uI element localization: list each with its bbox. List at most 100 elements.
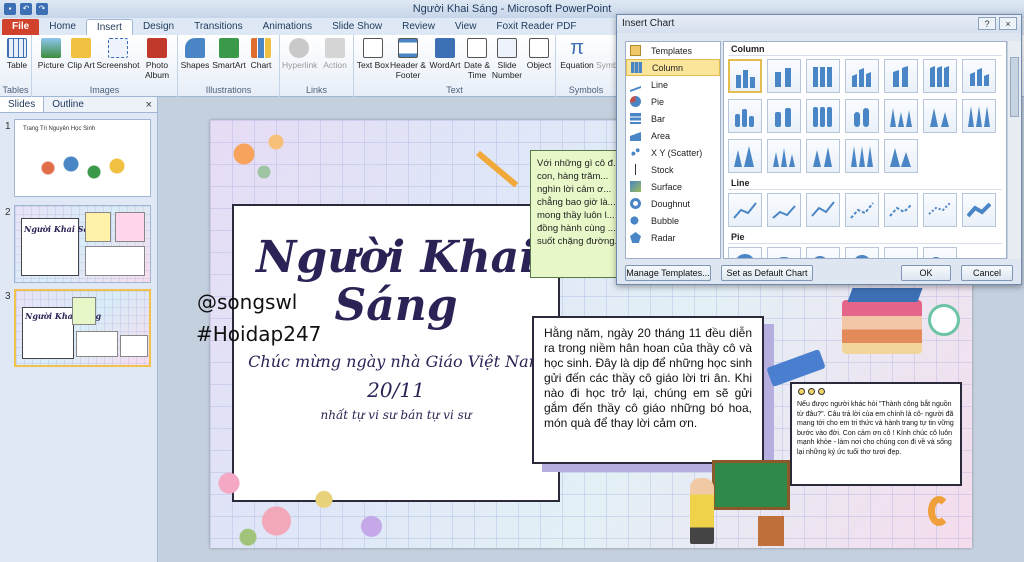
pie-icon bbox=[737, 254, 753, 258]
3d-pie-option[interactable] bbox=[767, 247, 801, 258]
tab-review[interactable]: Review bbox=[392, 19, 445, 35]
clip-art-button[interactable]: Clip Art bbox=[64, 38, 98, 70]
stacked-line-option[interactable] bbox=[767, 193, 801, 227]
object-button[interactable]: Object bbox=[522, 38, 556, 70]
cancel-button[interactable]: Cancel bbox=[961, 265, 1013, 281]
hyperlink-button[interactable]: Hyperlink bbox=[282, 38, 317, 70]
percent-cylinder-option[interactable] bbox=[806, 99, 840, 133]
line-option[interactable] bbox=[728, 193, 762, 227]
chart-type-line[interactable]: Line bbox=[626, 76, 720, 93]
stacked-pyramid-option[interactable] bbox=[806, 139, 840, 173]
tab-outline[interactable]: Outline bbox=[44, 97, 92, 112]
date-time-button[interactable]: Date & Time bbox=[460, 38, 494, 80]
manage-templates-button[interactable]: Manage Templates... bbox=[625, 265, 711, 281]
help-button[interactable]: ? bbox=[978, 17, 996, 30]
chart-type-stock[interactable]: Stock bbox=[626, 161, 720, 178]
stacked-column-option[interactable] bbox=[767, 59, 801, 93]
chart-type-templates[interactable]: Templates bbox=[626, 42, 720, 59]
chart-type-column[interactable]: Column bbox=[626, 59, 720, 76]
percent-stacked-column-option[interactable] bbox=[806, 59, 840, 93]
bar-of-pie-option[interactable] bbox=[923, 247, 957, 258]
chart-type-doughnut[interactable]: Doughnut bbox=[626, 195, 720, 212]
smartart-button[interactable]: SmartArt bbox=[212, 38, 246, 70]
gallery-row bbox=[724, 56, 1006, 96]
clustered-pyramid-option[interactable] bbox=[767, 139, 801, 173]
insert-chart-dialog[interactable]: Insert Chart ? × Templates Column Line P… bbox=[616, 14, 1022, 285]
3d-cylinder-option[interactable] bbox=[845, 99, 879, 133]
3d-exploded-pie-option[interactable] bbox=[884, 247, 918, 258]
slide-thumbnail-3[interactable]: Người Khai Sáng bbox=[14, 289, 151, 367]
screenshot-button[interactable]: Screenshot bbox=[96, 38, 140, 70]
chair-decoration bbox=[758, 516, 784, 546]
percent-line-markers-option[interactable] bbox=[923, 193, 957, 227]
ok-button[interactable]: OK bbox=[901, 265, 951, 281]
text-card-center[interactable]: Hằng năm, ngày 20 tháng 11 đều diễn ra t… bbox=[532, 316, 764, 464]
set-default-chart-button[interactable]: Set as Default Chart bbox=[721, 265, 813, 281]
chart-button[interactable]: Chart bbox=[244, 38, 278, 70]
picture-button[interactable]: Picture bbox=[34, 38, 68, 70]
action-button[interactable]: Action bbox=[318, 38, 352, 70]
clustered-column-option[interactable] bbox=[728, 59, 762, 93]
percent-line-option[interactable] bbox=[806, 193, 840, 227]
3d-cone-option[interactable] bbox=[728, 139, 762, 173]
tab-animations[interactable]: Animations bbox=[253, 19, 322, 35]
stacked-line-markers-option[interactable] bbox=[884, 193, 918, 227]
table-icon bbox=[7, 38, 27, 58]
table-button[interactable]: Table bbox=[0, 38, 34, 70]
slide-thumbnail-2[interactable]: Người Khai Sáng bbox=[14, 205, 151, 283]
tab-file[interactable]: File bbox=[2, 19, 40, 35]
text-card-right[interactable]: Nếu được người khác hỏi "Thành công bắt … bbox=[790, 382, 962, 486]
scrollbar-thumb[interactable] bbox=[1010, 57, 1019, 117]
tab-view[interactable]: View bbox=[445, 19, 487, 35]
clustered-cylinder-option[interactable] bbox=[728, 99, 762, 133]
tab-slides[interactable]: Slides bbox=[0, 97, 45, 112]
chart-type-radar[interactable]: Radar bbox=[626, 229, 720, 246]
tab-design[interactable]: Design bbox=[133, 19, 184, 35]
cone-icon bbox=[734, 146, 754, 167]
exploded-pie-option[interactable] bbox=[845, 247, 879, 258]
percent-cone-option[interactable] bbox=[962, 99, 996, 133]
dialog-title-bar[interactable]: Insert Chart ? × bbox=[617, 15, 1021, 33]
slide-number-1: 1 bbox=[5, 121, 11, 132]
pie-of-pie-option[interactable] bbox=[806, 247, 840, 258]
3d-clustered-column-option[interactable] bbox=[845, 59, 879, 93]
note-card-top[interactable]: Với những gì cô đ... con, hàng trăm... n… bbox=[530, 150, 630, 278]
tab-transitions[interactable]: Transitions bbox=[184, 19, 253, 35]
line-markers-option[interactable] bbox=[845, 193, 879, 227]
tab-foxit[interactable]: Foxit Reader PDF bbox=[486, 19, 586, 35]
header-footer-button[interactable]: Header & Footer bbox=[388, 38, 428, 80]
3d-stacked-column-option[interactable] bbox=[884, 59, 918, 93]
area-chart-icon bbox=[630, 130, 641, 141]
wordart-button[interactable]: WordArt bbox=[428, 38, 462, 70]
3d-pyramid-option[interactable] bbox=[884, 139, 918, 173]
pie-option[interactable] bbox=[728, 247, 762, 258]
tab-slide-show[interactable]: Slide Show bbox=[322, 19, 392, 35]
chart-type-area[interactable]: Area bbox=[626, 127, 720, 144]
slide-thumbnail-1[interactable]: Trang Tri Nguyên Học Sinh bbox=[14, 119, 151, 197]
tab-insert[interactable]: Insert bbox=[85, 19, 133, 35]
chart-type-surface[interactable]: Surface bbox=[626, 178, 720, 195]
photo-album-button[interactable]: Photo Album bbox=[140, 38, 174, 80]
equation-button[interactable]: π Equation bbox=[558, 38, 596, 70]
symbol-button[interactable]: Symb bbox=[596, 38, 618, 70]
close-icon[interactable]: × bbox=[146, 99, 152, 111]
chart-type-pie[interactable]: Pie bbox=[626, 93, 720, 110]
slide-number-button[interactable]: Slide Number bbox=[490, 38, 524, 80]
shapes-button[interactable]: Shapes bbox=[178, 38, 212, 70]
dialog-close-button[interactable]: × bbox=[999, 17, 1017, 30]
3d-line-option[interactable] bbox=[962, 193, 996, 227]
cylinder-icon bbox=[854, 108, 869, 127]
clustered-cone-option[interactable] bbox=[884, 99, 918, 133]
chalkboard-decoration bbox=[712, 460, 790, 510]
text-box-button[interactable]: Text Box bbox=[356, 38, 390, 70]
3d-column-option[interactable] bbox=[962, 59, 996, 93]
percent-pyramid-option[interactable] bbox=[845, 139, 879, 173]
tab-home[interactable]: Home bbox=[39, 19, 86, 35]
3d-percent-column-option[interactable] bbox=[923, 59, 957, 93]
gallery-scrollbar[interactable] bbox=[1007, 41, 1021, 259]
chart-type-bubble[interactable]: Bubble bbox=[626, 212, 720, 229]
chart-type-scatter[interactable]: X Y (Scatter) bbox=[626, 144, 720, 161]
stacked-cylinder-option[interactable] bbox=[767, 99, 801, 133]
stacked-cone-option[interactable] bbox=[923, 99, 957, 133]
chart-type-bar[interactable]: Bar bbox=[626, 110, 720, 127]
